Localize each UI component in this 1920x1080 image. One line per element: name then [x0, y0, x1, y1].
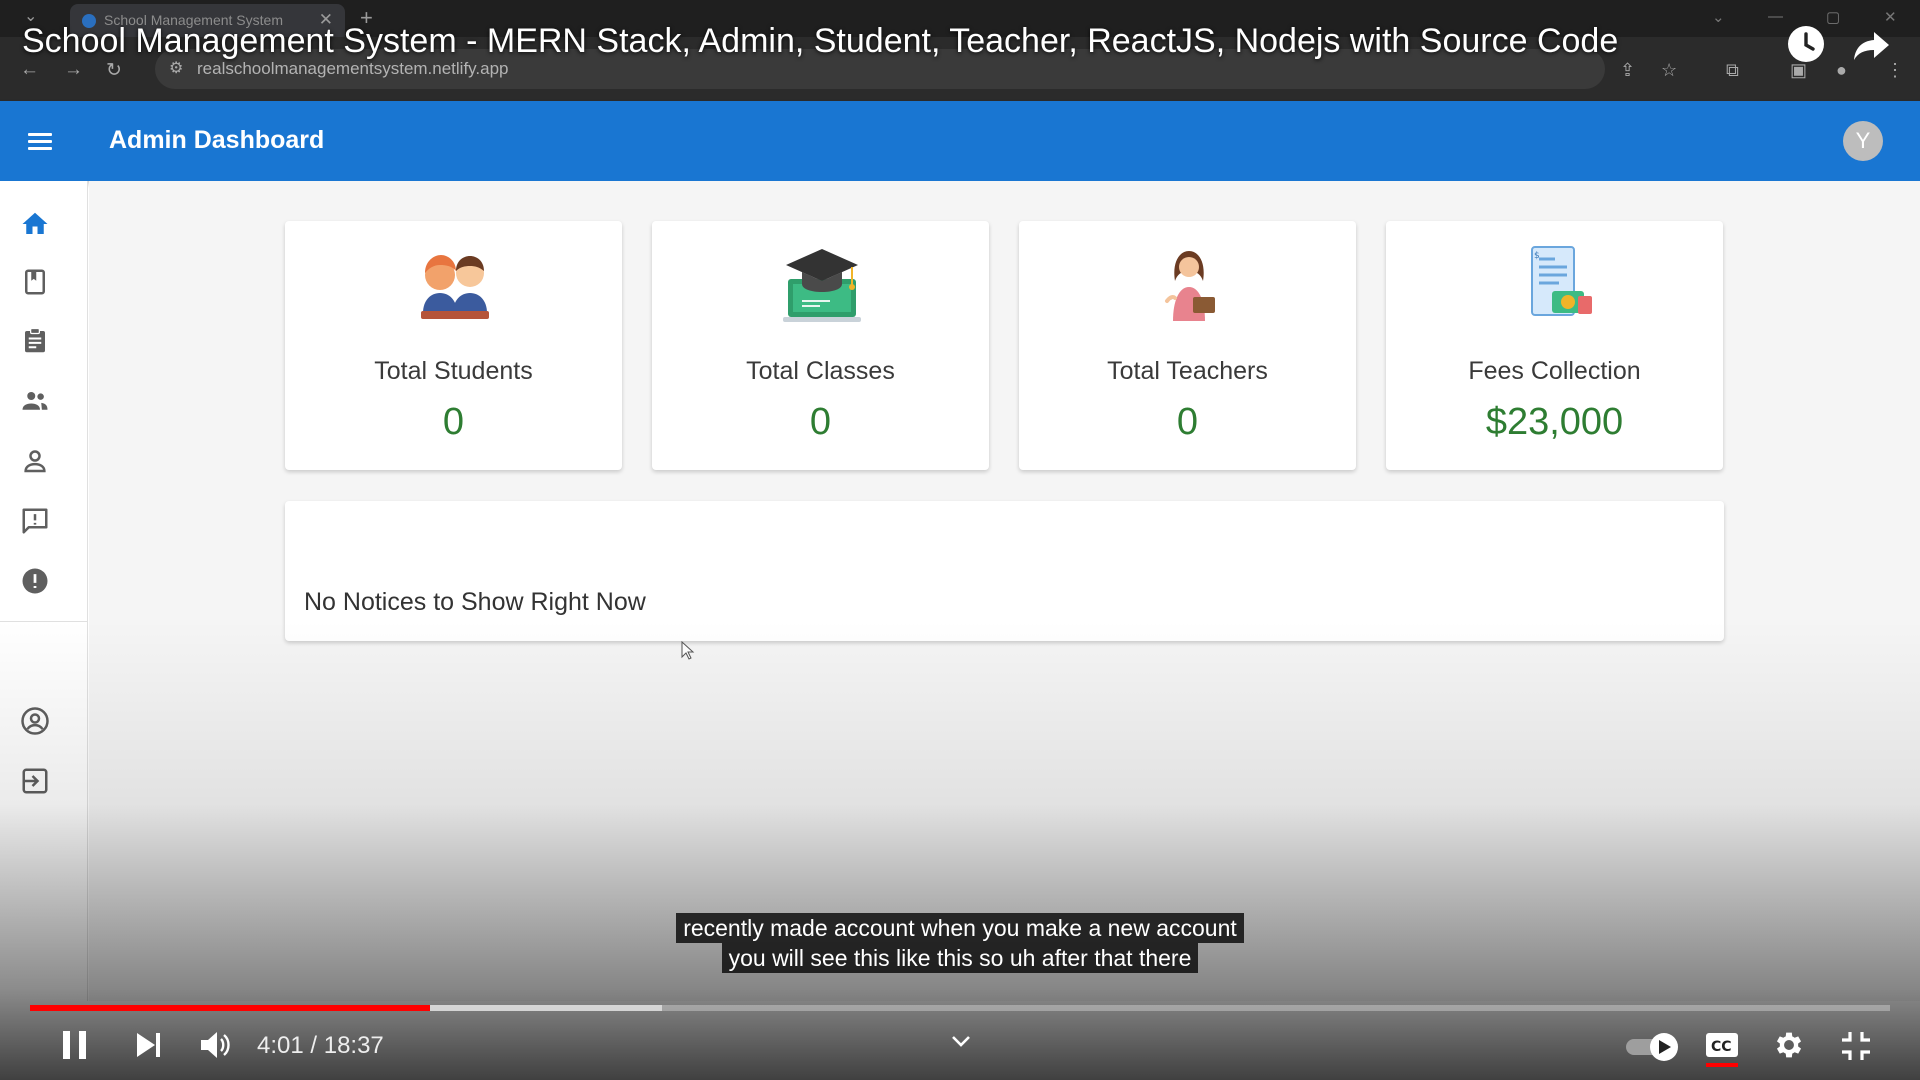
card-value: 0 [1176, 401, 1199, 443]
maximize-icon[interactable]: ▢ [1826, 8, 1840, 26]
empty-notices-message: No Notices to Show Right Now [304, 588, 646, 616]
graduation-cap-icon [783, 249, 861, 322]
autoplay-toggle[interactable] [1624, 1030, 1682, 1064]
card-value: $23,000 [1485, 401, 1624, 443]
stat-card-total-classes: Total Classes 0 [652, 221, 989, 470]
svg-text:CC: CC [1711, 1039, 1732, 1055]
reload-icon[interactable]: ↻ [106, 59, 122, 82]
video-frame: ⌄ School Management System ✕ + ⌄ — ▢ ✕ ←… [0, 0, 1920, 1080]
site-info-icon[interactable]: ⚙ [169, 58, 183, 78]
extensions-icon[interactable]: ⧉ [1726, 60, 1739, 81]
exit-fullscreen-icon[interactable] [1840, 1030, 1872, 1062]
sidebar-item-students[interactable] [20, 446, 50, 476]
stat-card-total-students: Total Students 0 [285, 221, 622, 470]
time-display: 4:01 / 18:37 [257, 1032, 384, 1059]
card-label: Total Students [374, 357, 533, 385]
sidebar-item-teachers[interactable] [20, 386, 50, 416]
sidebar-item-home[interactable] [20, 209, 50, 239]
app-bar: Admin Dashboard Y [0, 101, 1920, 181]
share-icon[interactable]: ⇪ [1620, 60, 1635, 81]
share-video-icon[interactable] [1852, 24, 1892, 64]
sidebar-item-notices[interactable] [20, 506, 50, 536]
profile-icon[interactable]: ● [1836, 60, 1847, 81]
sidebar-item-classes[interactable] [20, 267, 50, 297]
next-video-button[interactable] [134, 1030, 164, 1060]
tab-list-icon[interactable]: ⌄ [1712, 8, 1725, 26]
page-title: Admin Dashboard [109, 126, 325, 154]
back-icon[interactable]: ← [20, 59, 39, 81]
caption-line: you will see this like this so uh after … [721, 943, 1199, 973]
sidebar-item-subjects[interactable] [20, 326, 50, 356]
card-value: 0 [809, 401, 832, 443]
teacher-illustration-icon [1165, 251, 1215, 321]
menu-icon[interactable] [28, 133, 52, 151]
card-value: 0 [442, 401, 465, 443]
volume-icon[interactable] [198, 1028, 232, 1062]
sidebar-item-complains[interactable] [20, 566, 50, 596]
video-title[interactable]: School Management System - MERN Stack, A… [22, 22, 1618, 61]
fees-receipt-icon: $ [1531, 246, 1592, 316]
stat-card-total-teachers: Total Teachers 0 [1019, 221, 1356, 470]
forward-icon[interactable]: → [64, 59, 83, 81]
bookmark-star-icon[interactable]: ☆ [1661, 60, 1677, 81]
captions-button[interactable]: CC [1704, 1030, 1740, 1068]
card-label: Fees Collection [1468, 357, 1641, 385]
card-label: Total Teachers [1107, 357, 1268, 385]
captions: recently made account when you make a ne… [0, 913, 1920, 973]
pause-button[interactable] [58, 1028, 92, 1062]
chevron-down-icon[interactable] [950, 1032, 972, 1050]
minimize-icon[interactable]: — [1768, 8, 1783, 25]
progress-bar[interactable] [30, 1005, 1890, 1011]
students-illustration-icon [421, 255, 489, 319]
watch-later-icon[interactable] [1786, 24, 1826, 64]
caption-line: recently made account when you make a ne… [676, 913, 1244, 943]
avatar[interactable]: Y [1843, 121, 1883, 161]
player-gradient [0, 620, 1920, 1080]
card-label: Total Classes [746, 357, 895, 385]
played-bar [30, 1005, 430, 1011]
svg-text:$: $ [1534, 251, 1540, 261]
stat-card-fees-collection: $ Fees Collection $23,000 [1386, 221, 1723, 470]
settings-gear-icon[interactable] [1772, 1028, 1806, 1062]
url-text: realschoolmanagementsystem.netlify.app [197, 59, 509, 78]
